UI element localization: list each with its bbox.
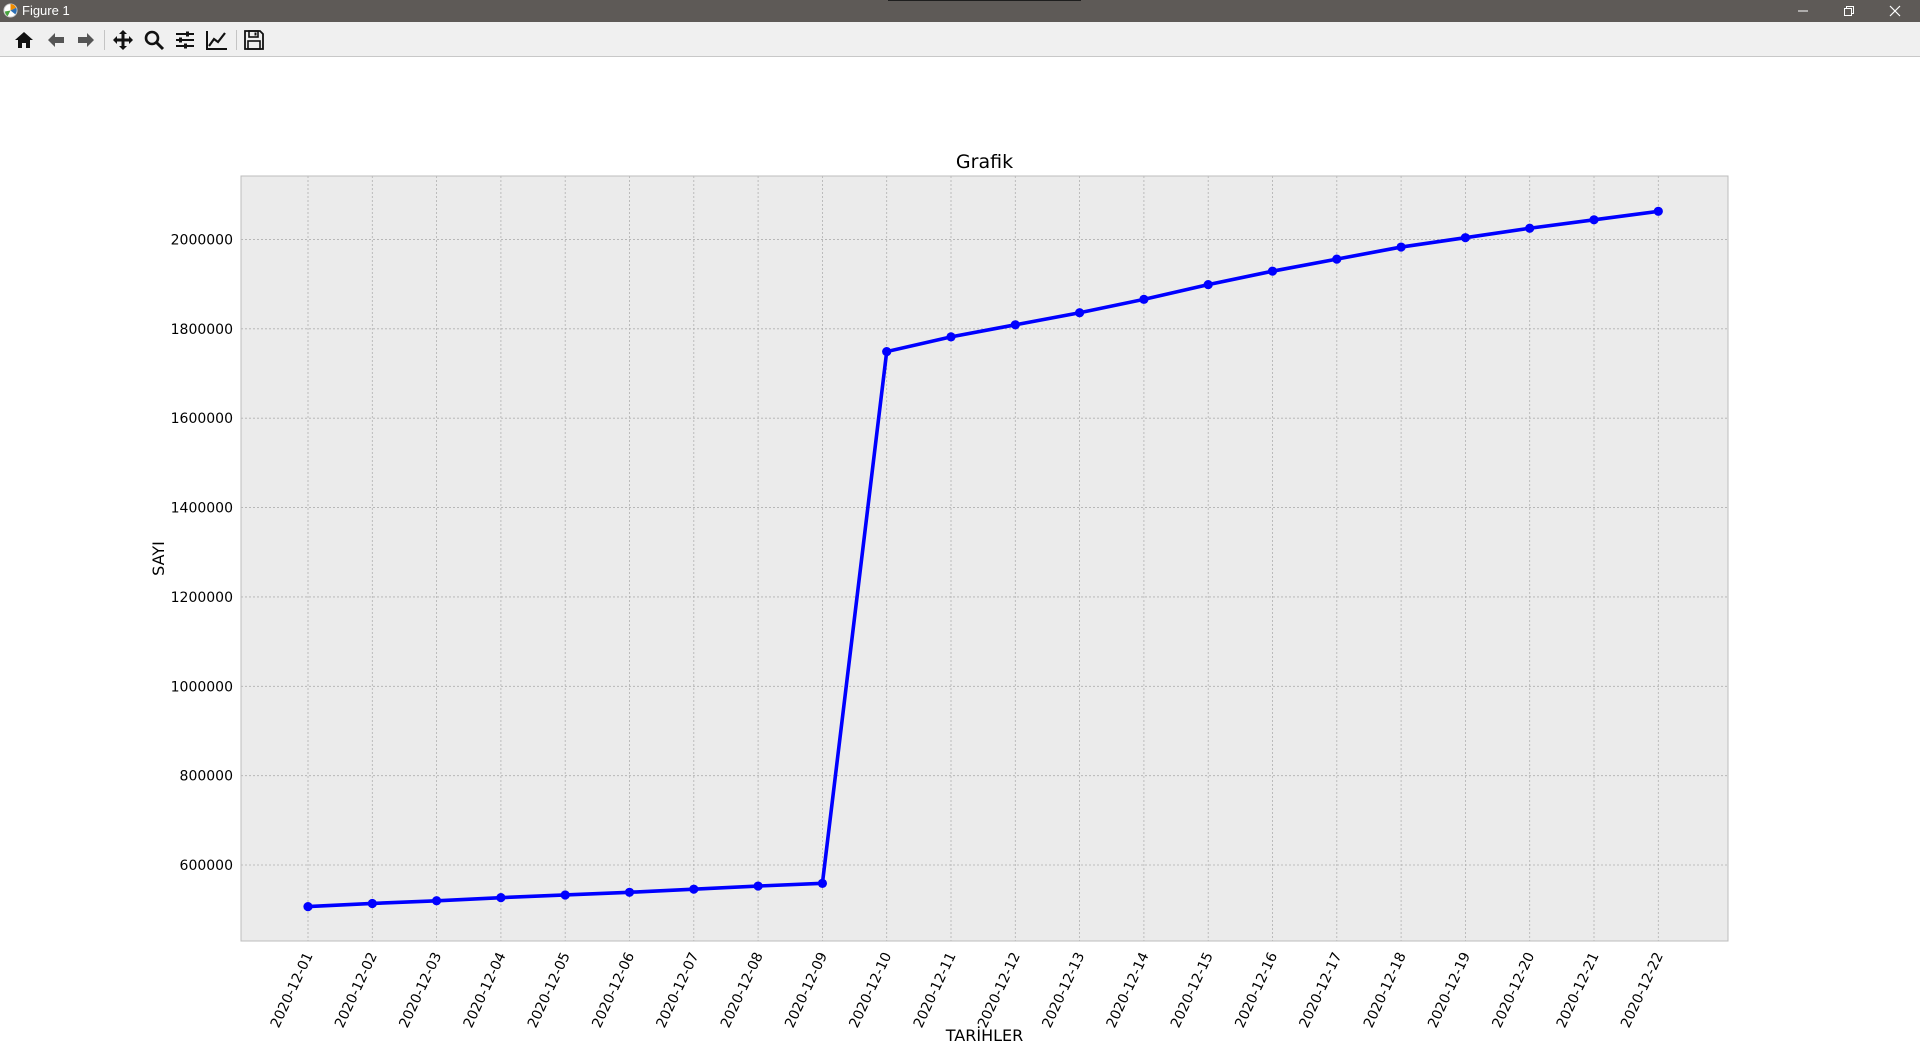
figure-canvas[interactable]: 600000 800000 1000000 1200000 1400000 1600000…	[0, 57, 1920, 1048]
y-tick-label: 1400000	[171, 501, 233, 517]
x-tick-label: 2020-12-01	[268, 950, 317, 1031]
y-tick-label: 1600000	[171, 411, 233, 427]
zoom-icon	[144, 30, 165, 51]
navigation-toolbar	[0, 22, 1920, 57]
data-point	[946, 332, 956, 342]
chart-title: Grafik	[956, 151, 1013, 173]
data-point	[624, 887, 635, 897]
subplots-icon	[176, 31, 194, 49]
data-point	[496, 893, 506, 903]
minimize-icon	[1798, 10, 1808, 12]
x-tick-label: 2020-12-16	[1232, 950, 1281, 1031]
x-axis-ticks: 2020-12-01 2020-12-02 2020-12-03 2020-12-04…	[268, 950, 1667, 1031]
save-icon	[244, 30, 264, 50]
save-button[interactable]	[241, 27, 267, 53]
y-tick-label: 1800000	[171, 322, 233, 338]
window-titlebar: Figure 1	[0, 0, 1920, 22]
x-tick-label: 2020-12-19	[1425, 950, 1474, 1031]
forward-arrow-icon	[78, 33, 94, 47]
window-title: Figure 1	[22, 3, 70, 18]
data-point	[1332, 254, 1342, 264]
x-tick-label: 2020-12-06	[589, 950, 638, 1031]
home-icon	[15, 32, 33, 48]
x-tick-label: 2020-12-21	[1554, 950, 1603, 1031]
line-chart: 600000 800000 1000000 1200000 1400000 1600000…	[149, 151, 1729, 1045]
y-axis-ticks: 600000 800000 1000000 1200000 1400000 1600000…	[171, 232, 233, 874]
x-tick-label: 2020-12-07	[654, 950, 703, 1031]
x-tick-label: 2020-12-02	[332, 950, 381, 1031]
x-tick-label: 2020-12-04	[461, 950, 510, 1031]
x-tick-label: 2020-12-20	[1489, 950, 1538, 1031]
data-point	[882, 347, 892, 357]
data-point	[689, 884, 699, 894]
x-tick-label: 2020-12-13	[1039, 950, 1088, 1031]
data-point	[432, 896, 442, 906]
data-point	[303, 901, 313, 912]
data-point	[560, 890, 570, 900]
data-point	[1203, 279, 1213, 290]
data-point	[1653, 206, 1663, 216]
x-tick-label: 2020-12-14	[1104, 950, 1153, 1031]
plot-area	[241, 176, 1728, 941]
close-button[interactable]	[1872, 0, 1918, 22]
back-button[interactable]	[43, 27, 69, 53]
x-tick-label: 2020-12-12	[975, 950, 1024, 1031]
x-tick-label: 2020-12-03	[396, 950, 445, 1031]
minimize-button[interactable]	[1780, 0, 1826, 22]
data-point	[1267, 266, 1278, 276]
restore-button[interactable]	[1826, 0, 1872, 22]
y-tick-label: 600000	[180, 858, 233, 874]
pan-button[interactable]	[110, 27, 136, 53]
x-tick-label: 2020-12-17	[1297, 950, 1346, 1031]
data-point	[1139, 294, 1149, 304]
forward-button[interactable]	[73, 27, 99, 53]
edit-axis-button[interactable]	[204, 27, 230, 53]
data-point	[1396, 242, 1406, 252]
zoom-button[interactable]	[141, 27, 167, 53]
y-tick-label: 1200000	[171, 590, 233, 606]
x-tick-label: 2020-12-22	[1618, 950, 1667, 1031]
x-tick-label: 2020-12-09	[782, 950, 831, 1031]
subplots-button[interactable]	[172, 27, 198, 53]
back-arrow-icon	[48, 33, 64, 47]
titlebar-focus-indicator	[888, 0, 1081, 1]
x-tick-label: 2020-12-15	[1168, 950, 1217, 1031]
data-point	[1075, 308, 1085, 318]
x-tick-label: 2020-12-18	[1361, 950, 1410, 1031]
y-axis-label: SAYI	[149, 541, 168, 576]
data-point	[817, 878, 828, 888]
x-tick-label: 2020-12-10	[846, 950, 895, 1031]
data-point	[753, 881, 763, 891]
toolbar-separator	[236, 30, 237, 50]
x-tick-label: 2020-12-08	[718, 950, 767, 1031]
y-tick-label: 1000000	[171, 679, 233, 695]
restore-icon	[1844, 6, 1854, 16]
y-tick-label: 2000000	[171, 232, 233, 248]
toolbar-separator	[104, 30, 105, 50]
x-tick-label: 2020-12-05	[525, 950, 574, 1031]
data-point	[1010, 320, 1020, 330]
x-axis-label: TARİHLER	[945, 1026, 1023, 1045]
pan-icon	[113, 30, 133, 50]
x-tick-label: 2020-12-11	[911, 950, 960, 1031]
edit-axis-icon	[206, 31, 227, 50]
matplotlib-logo-icon	[3, 3, 18, 18]
data-point	[367, 898, 377, 909]
data-point	[1460, 233, 1470, 243]
data-point	[1525, 223, 1535, 233]
close-icon	[1889, 5, 1901, 17]
home-button[interactable]	[11, 27, 37, 53]
data-point	[1589, 215, 1599, 225]
y-tick-label: 800000	[180, 769, 233, 785]
